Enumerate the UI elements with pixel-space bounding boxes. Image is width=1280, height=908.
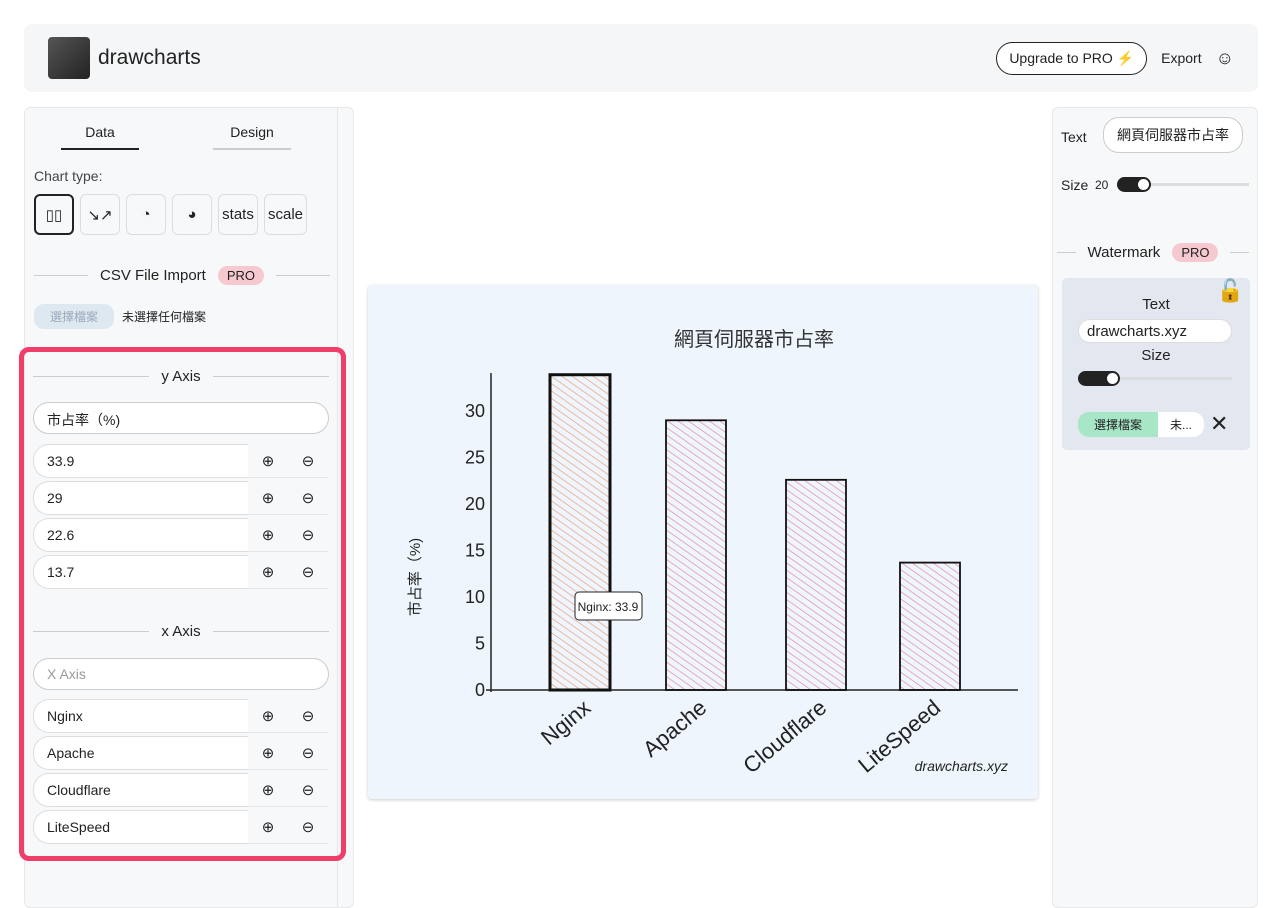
scale-chart-type-button[interactable]: scale [264,194,308,235]
watermark-file-button[interactable]: 選擇檔案 [1078,411,1159,437]
value-input[interactable]: Apache [33,736,248,770]
watermark-size-label: Size [1141,347,1171,364]
stats-chart-type-button[interactable]: stats [218,194,258,235]
y-tick-label: 5 [475,634,485,654]
line-chart-icon: ↘↗ [87,206,113,224]
watermark-title: Watermark [1087,244,1161,261]
title-text-input[interactable]: 網頁伺服器市占率 [1103,117,1243,153]
value-row: 33.9 ⊕ ⊖ [33,444,329,478]
x-axis-title: x Axis [161,623,201,640]
title-size-value: 20 [1095,178,1109,192]
header: drawcharts Upgrade to PRO ⚡ Export ☺ [24,24,1258,92]
brand-name[interactable]: drawcharts [98,46,201,70]
value-input[interactable]: Nginx [33,699,248,733]
add-row-button[interactable]: ⊕ [248,481,288,515]
x-tick-label: Apache [638,695,711,762]
value-row: 22.6 ⊕ ⊖ [33,518,329,552]
pie-chart-icon: ◔ [141,206,151,223]
x-axis-label-input[interactable]: X Axis [33,658,329,690]
add-row-button[interactable]: ⊕ [248,555,288,589]
y-tick-label: 20 [465,494,485,514]
line-chart-type-button[interactable]: ↘↗ [80,194,120,235]
remove-row-button[interactable]: ⊖ [288,555,328,589]
remove-row-button[interactable]: ⊖ [288,481,328,515]
remove-row-button[interactable]: ⊖ [288,810,328,844]
bar-apache [665,419,727,691]
title-size-slider[interactable] [1117,177,1249,192]
y-tick-label: 0 [475,680,485,700]
y-tick-label: 30 [465,401,485,421]
tab-design[interactable]: Design [213,124,291,150]
add-row-button[interactable]: ⊕ [248,810,288,844]
pie-chart-type-button[interactable]: ◔ [126,194,166,235]
value-input[interactable]: LiteSpeed [33,810,248,844]
y-axis-title: y Axis [161,368,201,385]
value-row: Apache ⊕ ⊖ [33,736,329,770]
csv-file-button[interactable]: 選擇檔案 [34,304,115,329]
x-tick-label: Cloudflare [738,695,831,779]
close-icon[interactable]: ✕ [1210,411,1228,437]
add-row-button[interactable]: ⊕ [248,444,288,478]
add-row-button[interactable]: ⊕ [248,773,288,807]
bar-chart-icon: ▯▯ [45,206,63,224]
value-input[interactable]: 29 [33,481,248,515]
remove-row-button[interactable]: ⊖ [288,444,328,478]
remove-row-button[interactable]: ⊖ [288,518,328,552]
y-tick-label: 15 [465,541,485,561]
add-row-button[interactable]: ⊕ [248,699,288,733]
watermark-panel: 🔓 Text drawcharts.xyz Size 選擇檔案 未... ✕ [1062,278,1250,450]
remove-row-button[interactable]: ⊖ [288,699,328,733]
tooltip-text: Nginx: 33.9 [578,600,639,614]
watermark-text: drawcharts.xyz [915,758,1008,774]
chart-title: 網頁伺服器市占率 [674,328,834,351]
watermark-text-label: Text [1142,296,1170,313]
value-input[interactable]: 13.7 [33,555,248,589]
right-panel: Text 網頁伺服器市占率 Size 20 Watermark PRO 🔓 Tex… [1052,107,1258,908]
title-text-label: Text [1061,129,1087,145]
add-row-button[interactable]: ⊕ [248,518,288,552]
watermark-text-input[interactable]: drawcharts.xyz [1078,319,1232,343]
bar-chart-type-button[interactable]: ▯▯ [34,194,74,235]
csv-import-title: CSV File Import [99,267,206,284]
watermark-file-status: 未... [1158,411,1205,437]
y-axis-label: 市占率（%) [407,538,424,616]
logo[interactable] [48,37,90,79]
user-icon[interactable]: ☺ [1216,48,1234,69]
watermark-size-slider[interactable] [1078,371,1232,386]
y-axis-label-input[interactable]: 市占率（%) [33,402,329,434]
value-row: 13.7 ⊕ ⊖ [33,555,329,589]
remove-row-button[interactable]: ⊖ [288,773,328,807]
x-tick-label: Nginx [536,695,595,750]
value-row: 29 ⊕ ⊖ [33,481,329,515]
bar-cloudflare [785,478,847,691]
bar-chart: 網頁伺服器市占率市占率（%) 0 5 10 15 20 25 30 Nginx Apache Clo… [407,328,1018,779]
y-tick-label: 25 [465,448,485,468]
add-row-button[interactable]: ⊕ [248,736,288,770]
value-row: Nginx ⊕ ⊖ [33,699,329,733]
csv-file-status: 未選擇任何檔案 [122,310,207,324]
bar-litespeed [899,561,961,691]
value-input[interactable]: 22.6 [33,518,248,552]
value-input[interactable]: Cloudflare [33,773,248,807]
donut-chart-icon: ◕ [187,206,197,223]
pro-badge: PRO [1172,243,1219,262]
value-input[interactable]: 33.9 [33,444,248,478]
title-size-label: Size [1061,177,1089,193]
value-row: Cloudflare ⊕ ⊖ [33,773,329,807]
donut-chart-type-button[interactable]: ◕ [172,194,212,235]
tab-data[interactable]: Data [61,124,139,150]
value-row: LiteSpeed ⊕ ⊖ [33,810,329,844]
remove-row-button[interactable]: ⊖ [288,736,328,770]
export-button[interactable]: Export [1161,50,1201,66]
chart-type-label: Chart type: [34,168,103,184]
bar-nginx [548,373,612,692]
pro-badge: PRO [217,266,265,285]
upgrade-button[interactable]: Upgrade to PRO ⚡ [996,41,1148,75]
chart-card: 網頁伺服器市占率市占率（%) 0 5 10 15 20 25 30 Nginx Apache Clo… [368,285,1038,799]
y-tick-label: 10 [465,587,485,607]
